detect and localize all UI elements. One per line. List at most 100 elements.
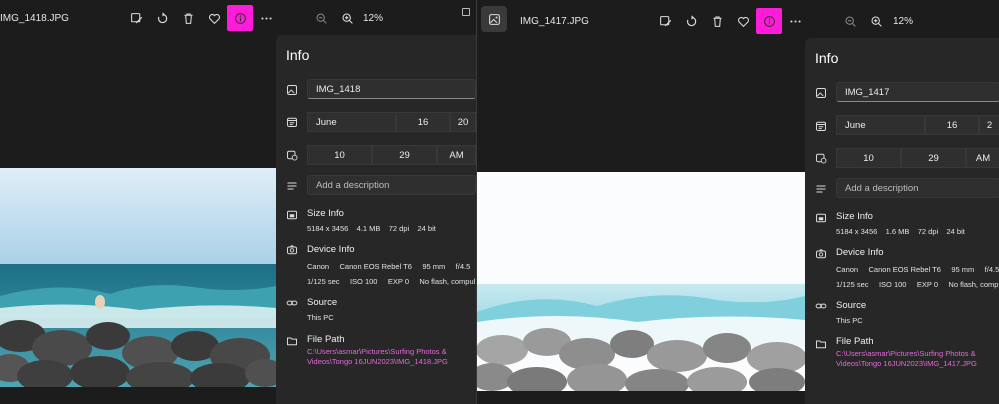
device-info-title: Device Info [836, 247, 884, 258]
hour-picker[interactable]: 10 [836, 148, 901, 168]
folder-icon [286, 335, 298, 347]
description-icon [815, 183, 827, 195]
info-panel: Info IMG_1417 June 16 2 10 29 AM Add a d… [805, 38, 999, 404]
month-picker[interactable]: June [836, 115, 925, 135]
zoom-level: 12% [363, 13, 384, 24]
description-field[interactable]: Add a description [836, 178, 999, 198]
maximize-button[interactable] [462, 8, 470, 16]
device-info-line-2: 1/125 sec ISO 100 EXP 0 No flash, comp [836, 280, 999, 289]
info-icon [234, 12, 246, 24]
folder-icon [815, 338, 827, 350]
calendar-icon [286, 116, 298, 128]
clock-calendar-icon [815, 152, 827, 164]
description-field[interactable]: Add a description [307, 175, 476, 195]
edit-image-icon [130, 12, 142, 23]
file-name: IMG_1418.JPG [0, 13, 69, 24]
size-info-line: 5184 x 3456 4.1 MB 72 dpi 24 bit [307, 224, 436, 233]
device-info-line-2: 1/125 sec ISO 100 EXP 0 No flash, compul [307, 277, 476, 286]
file-path-link[interactable]: C:\Users\asmar\Pictures\Surfing Photos &… [836, 349, 996, 369]
favorite-icon [208, 13, 220, 24]
file-path-title: File Path [836, 336, 874, 347]
source-value: This PC [307, 313, 334, 322]
rotate-button[interactable] [679, 9, 703, 33]
edit-image-button[interactable] [124, 6, 148, 30]
zoom-out-icon [316, 13, 327, 24]
minute-picker[interactable]: 29 [901, 148, 966, 168]
calendar-icon [815, 120, 827, 132]
minute-picker[interactable]: 29 [372, 145, 437, 165]
file-path-link[interactable]: C:\Users\asmar\Pictures\Surfing Photos &… [307, 347, 472, 367]
description-icon [286, 180, 298, 192]
file-path-title: File Path [307, 334, 345, 345]
info-icon [763, 15, 775, 27]
zoom-in-icon [871, 16, 882, 27]
more-icon [789, 19, 801, 23]
source-title: Source [307, 297, 338, 308]
name-field[interactable]: IMG_1417 [836, 82, 999, 102]
size-info-title: Size Info [307, 208, 344, 219]
favorite-icon [737, 16, 749, 27]
rotate-button[interactable] [150, 6, 174, 30]
gallery-button[interactable] [481, 6, 507, 32]
more-button[interactable] [783, 9, 807, 33]
more-icon [260, 16, 272, 20]
surf-photo [0, 168, 276, 387]
delete-button[interactable] [705, 9, 729, 33]
rotate-icon [157, 11, 167, 23]
source-title: Source [836, 300, 867, 311]
zoom-in-icon [342, 13, 353, 24]
clock-calendar-icon [286, 149, 298, 161]
camera-icon [286, 244, 298, 256]
device-info-line-1: Canon Canon EOS Rebel T6 95 mm f/4.5 [836, 265, 999, 274]
photos-window-right: IMG_1417.JPG 12% Info IMG_1417 June 16 2… [476, 0, 999, 404]
ampm-picker[interactable]: AM [966, 148, 999, 168]
hour-picker[interactable]: 10 [307, 145, 372, 165]
image-icon [815, 87, 827, 99]
zoom-out-button[interactable] [838, 9, 862, 33]
name-field[interactable]: IMG_1418 [307, 79, 476, 99]
zoom-out-button[interactable] [309, 6, 333, 30]
favorite-button[interactable] [202, 6, 226, 30]
ampm-picker[interactable]: AM [437, 145, 476, 165]
device-info-title: Device Info [307, 244, 355, 255]
month-picker[interactable]: June [307, 112, 396, 132]
source-value: This PC [836, 316, 863, 325]
day-picker[interactable]: 16 [396, 112, 450, 132]
more-button[interactable] [254, 6, 278, 30]
day-picker[interactable]: 16 [925, 115, 979, 135]
year-picker[interactable]: 2 [979, 115, 999, 135]
link-icon [286, 297, 298, 309]
photo-view[interactable] [477, 172, 805, 391]
info-panel-title: Info [815, 50, 839, 66]
size-info-title: Size Info [836, 211, 873, 222]
zoom-in-button[interactable] [864, 9, 888, 33]
photo-view[interactable] [0, 168, 276, 387]
link-icon [815, 300, 827, 312]
size-info-icon [815, 212, 827, 224]
zoom-out-icon [845, 16, 856, 27]
delete-icon [183, 13, 193, 24]
image-icon [286, 84, 298, 96]
info-panel: Info IMG_1418 June 16 20 10 29 AM Add a … [276, 35, 476, 404]
size-info-line: 5184 x 3456 1.6 MB 72 dpi 24 bit [836, 227, 965, 236]
info-panel-title: Info [286, 47, 310, 63]
photos-window-left: IMG_1418.JPG 12% Info IMG_1418 June 16 2… [0, 0, 476, 404]
camera-icon [815, 248, 827, 260]
info-button[interactable] [756, 8, 782, 34]
edit-image-icon [659, 15, 671, 26]
title-bar: IMG_1418.JPG 12% [0, 0, 476, 34]
favorite-button[interactable] [731, 9, 755, 33]
size-info-icon [286, 209, 298, 221]
device-info-line-1: Canon Canon EOS Rebel T6 95 mm f/4.5 [307, 262, 471, 271]
delete-button[interactable] [176, 6, 200, 30]
zoom-in-button[interactable] [335, 6, 359, 30]
year-picker[interactable]: 20 [450, 112, 476, 132]
file-name: IMG_1417.JPG [520, 16, 589, 27]
info-button[interactable] [227, 5, 253, 31]
title-bar: IMG_1417.JPG 12% [477, 0, 999, 34]
delete-icon [712, 16, 722, 27]
edit-image-button[interactable] [653, 9, 677, 33]
rotate-icon [686, 14, 696, 26]
zoom-level: 12% [893, 16, 914, 27]
surf-photo [477, 172, 805, 391]
